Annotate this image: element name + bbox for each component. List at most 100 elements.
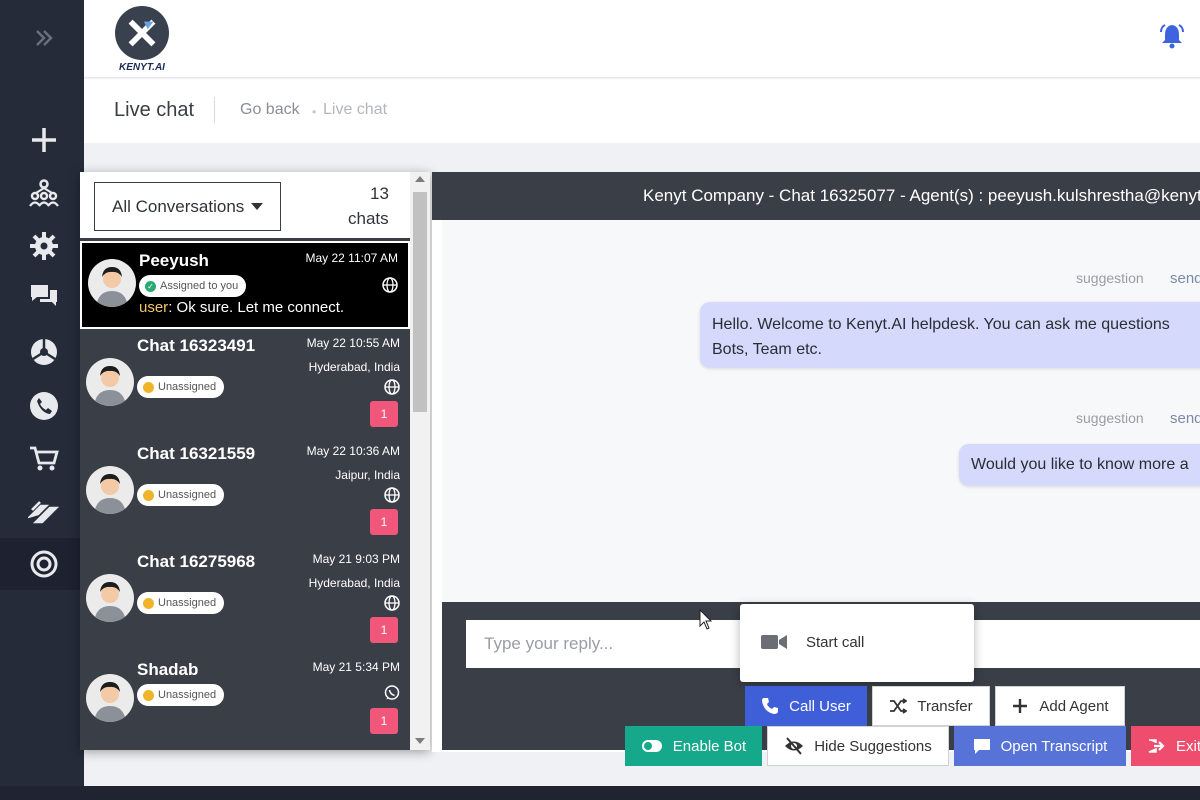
conversation-scrollbar[interactable] (410, 172, 430, 750)
send-suggestion-link[interactable]: send (1170, 410, 1200, 427)
logo-text: KENYT.AI (119, 62, 165, 73)
pie-chart-icon[interactable] (24, 332, 64, 372)
plus-icon[interactable] (24, 120, 64, 160)
mouse-cursor-icon (699, 608, 713, 631)
breadcrumb-current: Live chat (323, 101, 388, 118)
header-divider (214, 97, 215, 123)
scroll-down-arrow-icon[interactable] (415, 738, 425, 744)
exit-button[interactable]: Exit (1131, 726, 1200, 766)
comment-icon (973, 739, 990, 754)
sign-out-icon (1148, 739, 1165, 753)
globe-icon (384, 595, 400, 611)
check-circle-icon: ✓ (145, 280, 156, 292)
cart-icon[interactable] (24, 438, 64, 478)
clock-icon (143, 597, 154, 609)
message-line: Hello. Welcome to Kenyt.AI helpdesk. You… (712, 316, 1170, 333)
conversation-location: Hyderabad, India (308, 360, 400, 374)
conversation-time: May 21 9:03 PM (312, 552, 400, 566)
handshake-icon[interactable] (24, 492, 64, 532)
chat-header: Kenyt Company - Chat 16325077 - Agent(s)… (432, 172, 1200, 220)
conversation-name: Chat 16323491 (137, 336, 256, 355)
filter-label: All Conversations (112, 196, 245, 216)
gear-icon[interactable] (24, 226, 64, 266)
hide-suggestions-label: Hide Suggestions (814, 737, 932, 755)
avatar (86, 466, 134, 514)
conversation-time: May 21 5:34 PM (312, 660, 400, 674)
scroll-thumb[interactable] (413, 192, 427, 412)
message-text: : Ok sure. Let me connect. (168, 299, 345, 316)
enable-bot-button[interactable]: Enable Bot (625, 726, 762, 766)
phone-icon (762, 698, 779, 714)
conversation-item[interactable]: Chat 16323491 May 22 10:55 AM Hyderabad,… (80, 330, 410, 438)
message-line: Bots, Team etc. (712, 341, 822, 358)
send-suggestion-link[interactable]: send (1170, 270, 1200, 287)
video-camera-icon (761, 635, 787, 649)
toggle-icon (641, 740, 662, 752)
last-message: user: Ok sure. Let me connect. (139, 299, 344, 316)
hide-suggestions-button[interactable]: Hide Suggestions (767, 726, 949, 766)
unread-count-badge: 1 (370, 617, 398, 643)
expand-icon[interactable] (30, 24, 58, 52)
conversation-item[interactable]: Shadab May 21 5:34 PM Unassigned 1 (80, 654, 410, 762)
avatar (86, 574, 134, 622)
message-bubble: Hello. Welcome to Kenyt.AI helpdesk. You… (700, 302, 1200, 368)
open-transcript-button[interactable]: Open Transcript (954, 726, 1126, 766)
conversation-list-panel: All Conversations 13 chats Peeyush May 2… (80, 172, 430, 750)
add-agent-label: Add Agent (1039, 697, 1109, 715)
open-transcript-label: Open Transcript (1000, 737, 1108, 755)
conversation-item[interactable]: Chat 16275968 May 21 9:03 PM Hyderabad, … (80, 546, 410, 654)
whatsapp-icon (384, 685, 400, 701)
page-title: Live chat (114, 99, 195, 121)
go-back-link[interactable]: Go back (240, 101, 300, 119)
message-line: Would you like to know more a (971, 456, 1189, 473)
conversation-time: May 22 10:36 AM (306, 444, 400, 458)
conversation-item-peeyush[interactable]: Peeyush May 22 11:07 AM ✓ Assigned to yo… (80, 241, 410, 329)
globe-icon (384, 487, 400, 503)
globe-icon (382, 277, 398, 293)
kenyt-logo[interactable]: KENYT.AI (112, 6, 172, 76)
conversation-list-header: All Conversations 13 chats (80, 172, 410, 238)
transfer-button[interactable]: Transfer (872, 686, 990, 726)
start-call-option[interactable]: Start call (760, 632, 864, 652)
conversation-time: May 22 10:55 AM (306, 336, 400, 350)
conversation-item[interactable]: Chat 16321559 May 22 10:36 AM Jaipur, In… (80, 438, 410, 546)
page-header: Live chat Go back • Live chat (84, 79, 1200, 143)
status-badge: Unassigned (137, 592, 225, 614)
avatar (88, 259, 136, 307)
bell-icon[interactable] (1158, 22, 1186, 50)
conversation-name: Shadab (137, 660, 199, 679)
suggestion-label: suggestion (1076, 410, 1144, 426)
status-text: Unassigned (158, 597, 217, 609)
globe-icon (384, 379, 400, 395)
phone-icon[interactable] (24, 386, 64, 426)
status-text: Unassigned (158, 489, 217, 501)
message-sender: user (139, 299, 169, 316)
status-badge: ✓ Assigned to you (139, 275, 247, 297)
top-bar: KENYT.AI (84, 0, 1200, 78)
message-bubble: Would you like to know more a (959, 444, 1200, 486)
plus-icon (1013, 699, 1028, 713)
conversation-location: Hyderabad, India (308, 576, 400, 590)
unread-count-badge: 1 (370, 401, 398, 427)
network-icon[interactable] (24, 172, 64, 212)
conversation-name: Peeyush (139, 251, 209, 270)
call-user-button[interactable]: Call User (745, 686, 867, 726)
support-ring-icon[interactable] (24, 544, 64, 584)
add-agent-button[interactable]: Add Agent (995, 686, 1125, 726)
eye-slash-icon (785, 737, 804, 755)
chat-bubbles-icon[interactable] (24, 276, 64, 316)
unread-count-badge: 1 (370, 708, 398, 734)
logo-mark-icon (115, 6, 169, 60)
status-badge: Unassigned (137, 684, 225, 706)
status-text: Unassigned (158, 689, 217, 701)
clock-icon (143, 689, 154, 701)
status-badge: Unassigned (137, 376, 225, 398)
exit-label: Exit (1176, 737, 1200, 755)
conversation-filter-dropdown[interactable]: All Conversations (94, 182, 281, 231)
left-sidebar (0, 0, 84, 800)
scroll-up-arrow-icon[interactable] (415, 176, 425, 182)
caret-down-icon (251, 203, 264, 210)
avatar (86, 674, 134, 722)
chat-count-label: chats (348, 209, 389, 228)
bottom-strip (0, 786, 1200, 800)
